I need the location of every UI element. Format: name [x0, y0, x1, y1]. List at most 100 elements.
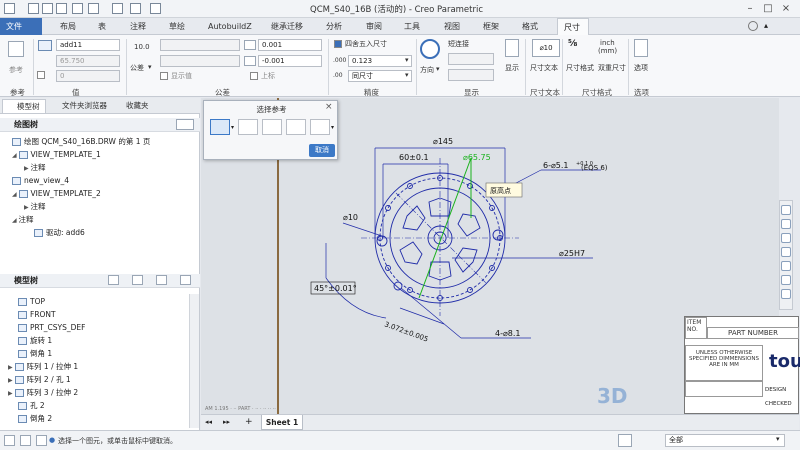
tab-review[interactable]: 审阅	[360, 18, 388, 35]
precision-select[interactable]: 0.123	[348, 55, 412, 67]
chevron-down-icon[interactable]: ▾	[331, 124, 334, 131]
tab-sketch[interactable]: 草绘	[163, 18, 191, 35]
pan-icon[interactable]	[781, 261, 791, 271]
tree-item-driven-dim[interactable]: 驱动: add6	[34, 227, 85, 239]
tab-annotate[interactable]: 注释	[124, 18, 152, 35]
tab-tools[interactable]: 工具	[398, 18, 426, 35]
tab-favorites[interactable]: 收藏夹	[112, 99, 158, 113]
add-sheet-icon[interactable]: +	[245, 417, 253, 427]
chevron-down-icon[interactable]: ▾	[148, 63, 152, 71]
title-block[interactable]: ITEM NO. PART NUMBER UNLESS OTHERWISE SP…	[684, 316, 800, 414]
tab-layout[interactable]: 布局	[54, 18, 82, 35]
tree-item-view-template-1[interactable]: ◢ VIEW_TEMPLATE_1	[12, 149, 101, 161]
chevron-up-icon[interactable]: ▴	[764, 21, 768, 30]
tab-analysis[interactable]: 分析	[320, 18, 348, 35]
cancel-button[interactable]: 取消	[309, 144, 335, 157]
leader-dropdown[interactable]: 短连接	[448, 39, 469, 49]
tree-item-view-template-2[interactable]: ◢ VIEW_TEMPLATE_2	[12, 188, 101, 200]
tree-item-annotation[interactable]: ◢ 注释	[12, 214, 34, 226]
dimension-text-icon[interactable]: ⌀10	[532, 39, 560, 57]
leader-type-field[interactable]	[448, 53, 494, 65]
regenerate-icon[interactable]	[112, 3, 123, 14]
nominal-value-field[interactable]: 65.750	[56, 55, 120, 67]
chevron-down-icon[interactable]: ▾	[436, 65, 440, 73]
tab-file[interactable]: 文件	[0, 18, 42, 35]
sheet-tab-1[interactable]: Sheet 1	[261, 415, 303, 430]
tree-item-annotation[interactable]: ▶ 注释	[24, 162, 46, 174]
new-icon[interactable]	[28, 3, 39, 14]
chevron-down-icon[interactable]: ▾	[776, 435, 780, 443]
browser-toggle-icon[interactable]	[20, 435, 31, 446]
dimension-name-field[interactable]: add11	[56, 39, 120, 51]
tree-item-new-view-4[interactable]: new_view_4	[12, 175, 69, 187]
override-value-field[interactable]: 0	[56, 70, 120, 82]
axis-reference-button[interactable]	[310, 119, 330, 135]
tab-legacy-migration[interactable]: 继承迁移	[265, 18, 309, 35]
tree-item-pattern-3[interactable]: ▶ 阵列 3 / 拉伸 2	[8, 387, 78, 399]
open-icon[interactable]	[42, 3, 53, 14]
direction-dropdown[interactable]: 方向	[420, 65, 434, 75]
refit-icon[interactable]	[781, 205, 791, 215]
tolerance-table-field[interactable]	[160, 55, 240, 67]
options-button[interactable]: 选项	[634, 63, 648, 73]
same-size-select[interactable]: 同尺寸	[348, 70, 412, 82]
diameter-symbol-icon[interactable]	[420, 39, 440, 59]
repaint-icon[interactable]	[781, 247, 791, 257]
superscript-checkbox[interactable]	[250, 72, 258, 80]
save-icon[interactable]	[56, 3, 67, 14]
drawing-tree-header[interactable]: 绘图树	[0, 118, 200, 132]
close-icon[interactable]: ×	[325, 102, 333, 112]
tree-item-chamfer-1[interactable]: 倒角 1	[18, 348, 52, 360]
upper-tolerance-field[interactable]: 0.001	[258, 39, 322, 51]
tree-item-revolve[interactable]: 旋转 1	[18, 335, 52, 347]
dimension-text-button[interactable]: 尺寸文本	[530, 63, 558, 73]
tab-autobuildz[interactable]: AutobuildZ	[202, 18, 258, 35]
tab-frame[interactable]: 框架	[477, 18, 505, 35]
display-icon[interactable]	[505, 39, 519, 57]
selection-mode-icon[interactable]	[618, 434, 632, 447]
tab-view[interactable]: 视图	[438, 18, 466, 35]
collapse-icon[interactable]	[180, 275, 191, 285]
minimize-button[interactable]: –	[742, 2, 758, 15]
tolerance-mode-field[interactable]	[160, 39, 240, 51]
arrow-type-field[interactable]	[448, 69, 494, 81]
model-tree-scrollbar[interactable]	[189, 294, 199, 428]
tree-item-pattern-2[interactable]: ▶ 阵列 2 / 孔 1	[8, 374, 71, 386]
close-button[interactable]: ×	[778, 2, 794, 15]
midpoint-reference-button[interactable]	[286, 119, 306, 135]
tab-model-tree[interactable]: 模型树	[2, 99, 46, 113]
dimension-format-icon[interactable]: ⁵⁄₈	[568, 39, 577, 49]
filter-icon[interactable]	[156, 275, 167, 285]
select-entity-button[interactable]	[210, 119, 230, 135]
tree-item-pattern-1[interactable]: ▶ 阵列 1 / 拉伸 1	[8, 361, 78, 373]
maximize-button[interactable]: □	[760, 2, 776, 15]
tree-item-top[interactable]: TOP	[18, 296, 45, 308]
tree-item-csys[interactable]: PRT_CSYS_DEF	[18, 322, 85, 334]
help-icon[interactable]	[748, 21, 758, 31]
lower-tolerance-field[interactable]: -0.001	[258, 55, 322, 67]
line-reference-button[interactable]	[262, 119, 282, 135]
display-style-icon[interactable]	[781, 289, 791, 299]
tree-settings-icon[interactable]	[176, 119, 194, 130]
undo-icon[interactable]	[72, 3, 83, 14]
chevron-down-icon[interactable]: ▾	[405, 56, 409, 64]
reference-icon[interactable]	[8, 41, 24, 57]
tolerance-dropdown[interactable]: 公差	[130, 63, 144, 73]
tab-folder-browser[interactable]: 文件夹浏览器	[48, 99, 110, 113]
chevron-down-icon[interactable]: ▾	[405, 71, 409, 79]
tree-item-chamfer-2[interactable]: 倒角 2	[18, 413, 52, 425]
round-dimension-checkbox[interactable]	[334, 40, 342, 48]
display-button-label[interactable]: 显示	[505, 63, 519, 73]
prev-sheet-icon[interactable]: ◂◂	[205, 418, 212, 426]
tab-format[interactable]: 格式	[516, 18, 544, 35]
close-window-icon[interactable]	[150, 3, 161, 14]
layer-icon[interactable]	[781, 275, 791, 285]
redo-icon[interactable]	[88, 3, 99, 14]
tab-dimension[interactable]: 尺寸	[557, 18, 589, 35]
window-icon[interactable]	[130, 3, 141, 14]
next-sheet-icon[interactable]: ▸▸	[223, 418, 230, 426]
tree-item-sheet[interactable]: 绘图 QCM_S40_16B.DRW 的第 1 页	[12, 136, 150, 148]
show-value-checkbox[interactable]	[160, 72, 168, 80]
selection-filter[interactable]: 全部	[665, 434, 785, 447]
override-checkbox[interactable]	[37, 71, 45, 79]
